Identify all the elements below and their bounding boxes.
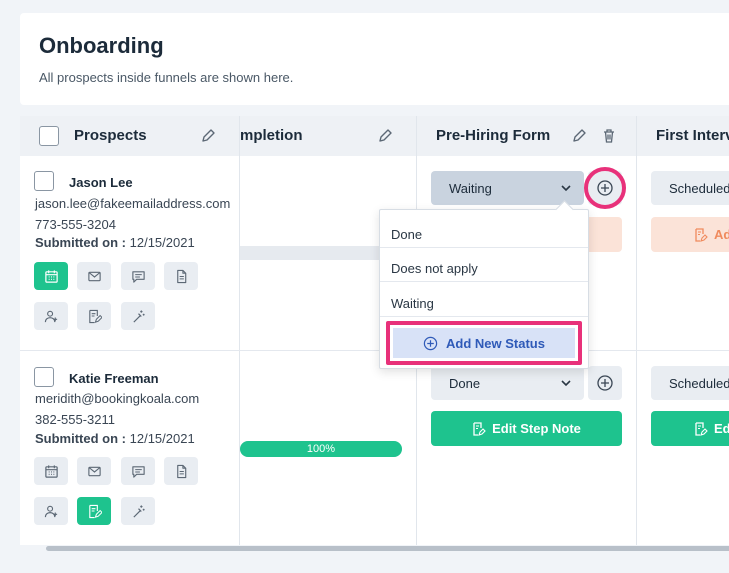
note-button[interactable] <box>77 497 111 525</box>
plus-circle-icon <box>597 375 613 391</box>
note-label: Ed <box>714 421 729 436</box>
prospect-phone: 773-555-3204 <box>35 217 116 232</box>
edit-pencil-icon[interactable] <box>571 128 587 144</box>
edit-pencil-icon[interactable] <box>200 128 216 144</box>
chevron-down-icon <box>561 380 571 387</box>
note-label: Ad <box>714 227 729 242</box>
actions-button[interactable] <box>121 302 155 330</box>
submitted-date: 12/15/2021 <box>129 431 195 446</box>
note-icon <box>88 504 102 518</box>
column-prospects <box>20 156 240 552</box>
document-icon <box>176 464 186 478</box>
edit-step-note-button[interactable]: Edit Step Note <box>431 411 622 446</box>
note-icon <box>88 309 102 323</box>
completion-bar-empty <box>240 246 402 260</box>
add-new-status-button[interactable]: Add New Status <box>393 328 575 358</box>
chat-icon <box>131 270 145 283</box>
status-dropdown-menu: Done Does not apply Waiting Add New Stat… <box>379 209 589 369</box>
prehiring-status-select[interactable]: Waiting <box>431 171 584 205</box>
status-value: Done <box>449 376 481 391</box>
calendar-icon <box>44 269 58 283</box>
mail-icon <box>87 466 101 476</box>
prospect-email: meridith@bookingkoala.com <box>35 391 200 406</box>
prospect-checkbox[interactable] <box>34 367 54 387</box>
column-title-prehiring: Pre-Hiring Form <box>436 127 551 144</box>
calendar-button[interactable] <box>34 457 68 485</box>
column-title-first-interview: First Interv <box>656 127 729 144</box>
column-title-completion: mpletion <box>240 127 303 144</box>
magic-wand-icon <box>132 309 145 323</box>
completion-progress-fill: 100% <box>240 441 402 457</box>
dropdown-option-does-not-apply[interactable]: Does not apply <box>380 248 588 282</box>
note-icon <box>473 421 486 436</box>
email-button[interactable] <box>77 457 111 485</box>
note-button[interactable] <box>77 302 111 330</box>
horizontal-scrollbar-thumb[interactable] <box>46 546 729 551</box>
note-icon <box>695 421 708 436</box>
document-button[interactable] <box>164 457 198 485</box>
dropdown-option-waiting[interactable]: Waiting <box>380 283 588 317</box>
magic-wand-icon <box>132 504 145 518</box>
prospect-submitted: Submitted on : 12/15/2021 <box>35 235 195 250</box>
status-value: Scheduled <box>669 181 729 196</box>
status-value: Waiting <box>449 181 492 196</box>
plus-circle-icon <box>423 336 438 350</box>
prospect-email: jason.lee@fakeemailaddress.com <box>35 196 231 211</box>
column-header-prehiring: Pre-Hiring Form <box>417 116 637 156</box>
add-user-button[interactable] <box>34 302 68 330</box>
add-user-icon <box>44 310 57 322</box>
edit-pencil-icon[interactable] <box>377 128 393 144</box>
column-header-prospects: Prospects <box>20 116 240 156</box>
chevron-down-icon <box>561 185 571 192</box>
dropdown-option-done[interactable]: Done <box>380 214 588 248</box>
edit-step-note-label: Edit Step Note <box>492 421 581 436</box>
page-subtitle: All prospects inside funnels are shown h… <box>39 70 294 85</box>
actions-button[interactable] <box>121 497 155 525</box>
message-button[interactable] <box>121 262 155 290</box>
completion-progress: 100% <box>240 441 402 457</box>
chat-icon <box>131 465 145 478</box>
column-header-completion: mpletion <box>240 116 417 156</box>
trash-icon[interactable] <box>601 128 617 144</box>
status-value: Scheduled <box>669 376 729 391</box>
highlight-ring <box>584 167 626 209</box>
document-button[interactable] <box>164 262 198 290</box>
column-title-prospects: Prospects <box>74 127 147 144</box>
add-user-icon <box>44 505 57 517</box>
calendar-button[interactable] <box>34 262 68 290</box>
prospect-checkbox[interactable] <box>34 171 54 191</box>
column-header-first-interview: First Interv <box>637 116 729 156</box>
mail-icon <box>87 271 101 281</box>
header-card: Onboarding All prospects inside funnels … <box>20 13 729 105</box>
add-new-status-label: Add New Status <box>446 335 545 351</box>
select-all-checkbox[interactable] <box>39 126 59 146</box>
kanban-board: Prospects mpletion Pre-Hiring Form First… <box>20 116 729 552</box>
column-first-interview <box>637 156 729 552</box>
prospect-submitted: Submitted on : 12/15/2021 <box>35 431 195 446</box>
submitted-label: Submitted on : <box>35 235 126 250</box>
row-divider <box>20 350 729 351</box>
document-icon <box>176 269 186 283</box>
submitted-label: Submitted on : <box>35 431 126 446</box>
interview-edit-note-button[interactable]: Ed <box>651 411 729 446</box>
add-new-status-highlight: Add New Status <box>386 321 582 365</box>
prospect-name[interactable]: Jason Lee <box>69 175 133 190</box>
calendar-icon <box>44 464 58 478</box>
interview-status-select[interactable]: Scheduled <box>651 366 729 400</box>
prehiring-status-select[interactable]: Done <box>431 366 584 400</box>
note-icon <box>695 227 708 242</box>
interview-add-note-button[interactable]: Ad <box>651 217 729 252</box>
interview-status-select[interactable]: Scheduled <box>651 171 729 205</box>
message-button[interactable] <box>121 457 155 485</box>
page-title: Onboarding <box>39 33 164 58</box>
prospect-name[interactable]: Katie Freeman <box>69 371 159 386</box>
prospect-phone: 382-555-3211 <box>35 412 115 427</box>
add-user-button[interactable] <box>34 497 68 525</box>
submitted-date: 12/15/2021 <box>129 235 195 250</box>
add-status-button[interactable] <box>588 366 622 400</box>
email-button[interactable] <box>77 262 111 290</box>
